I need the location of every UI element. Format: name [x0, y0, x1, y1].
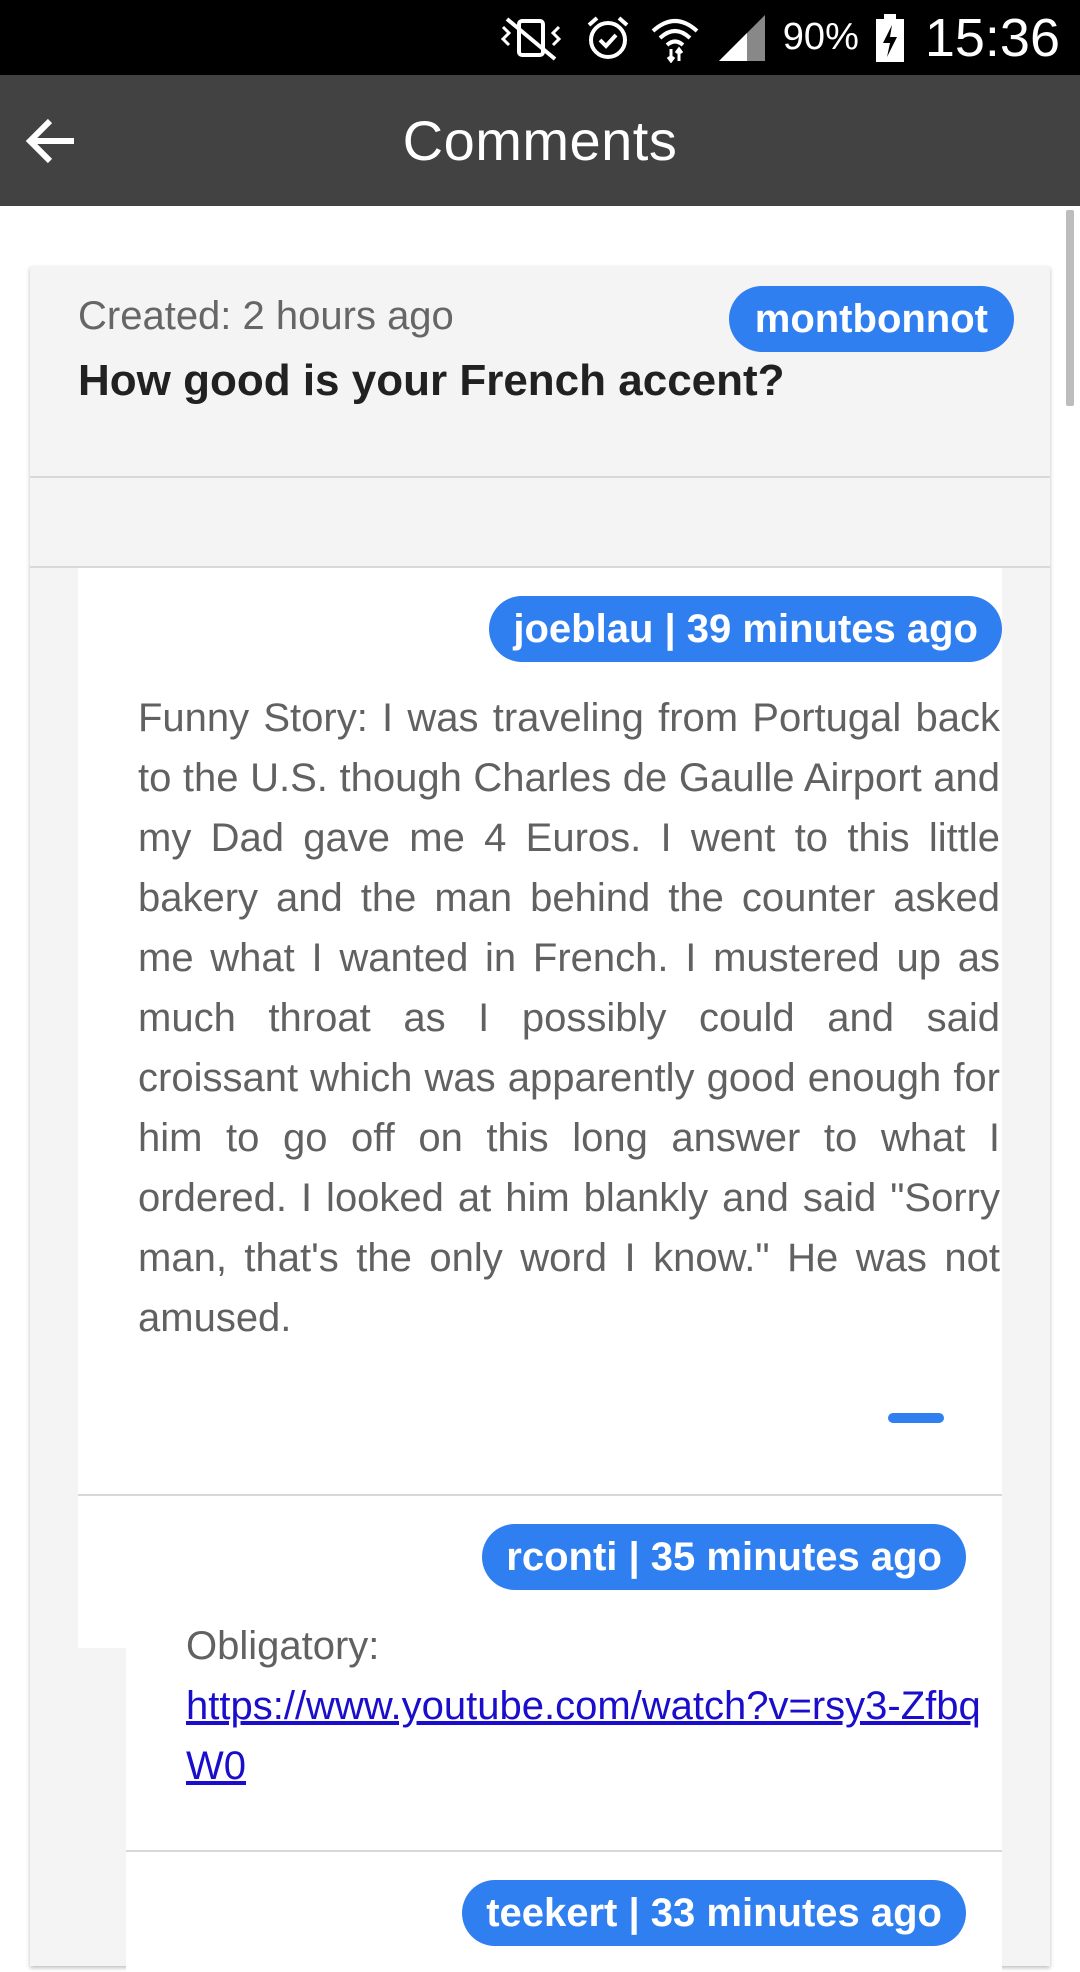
alarm-icon — [583, 13, 633, 63]
reply: teekert | 33 minutes ago — [126, 1852, 1002, 1972]
reply: rconti | 35 minutes ago Obligatory: http… — [126, 1496, 1002, 1850]
battery-charging-icon — [875, 13, 905, 63]
post-title: How good is your French accent? — [78, 356, 785, 405]
battery-percent: 90% — [782, 16, 859, 58]
reply-link[interactable]: https://www.youtube.com/watch?v=rsy3-Zfb… — [186, 1676, 986, 1796]
post-created-time: Created: 2 hours ago — [78, 294, 454, 338]
post-author-badge[interactable]: montbonnot — [728, 286, 1014, 352]
post-divider-strip — [30, 478, 1050, 568]
post-card: Created: 2 hours ago montbonnot How good… — [30, 266, 1050, 1972]
comment-meta-badge[interactable]: joeblau | 39 minutes ago — [489, 596, 1002, 662]
signal-icon — [717, 13, 767, 63]
comment: joeblau | 39 minutes ago Funny Story: I … — [78, 568, 1002, 1972]
reply-text: Obligatory: https://www.youtube.com/watc… — [186, 1616, 986, 1796]
scrollbar[interactable] — [1066, 210, 1074, 406]
wifi-icon — [649, 13, 701, 63]
status-clock: 15:36 — [924, 7, 1060, 68]
reply-meta-badge[interactable]: rconti | 35 minutes ago — [482, 1524, 966, 1590]
reply-text-label: Obligatory: — [186, 1624, 380, 1668]
comment-text: Funny Story: I was traveling from Portug… — [138, 696, 1000, 1340]
app-bar: Comments — [0, 75, 1080, 206]
page-title: Comments — [402, 109, 678, 172]
reply-meta-badge[interactable]: teekert | 33 minutes ago — [462, 1880, 966, 1946]
post-header: Created: 2 hours ago montbonnot How good… — [30, 266, 1050, 478]
vibrate-mute-icon — [495, 13, 567, 63]
status-icons: 90% 15:36 — [495, 0, 1060, 75]
status-bar: 90% 15:36 — [0, 0, 1080, 75]
collapse-button[interactable] — [888, 1413, 944, 1423]
